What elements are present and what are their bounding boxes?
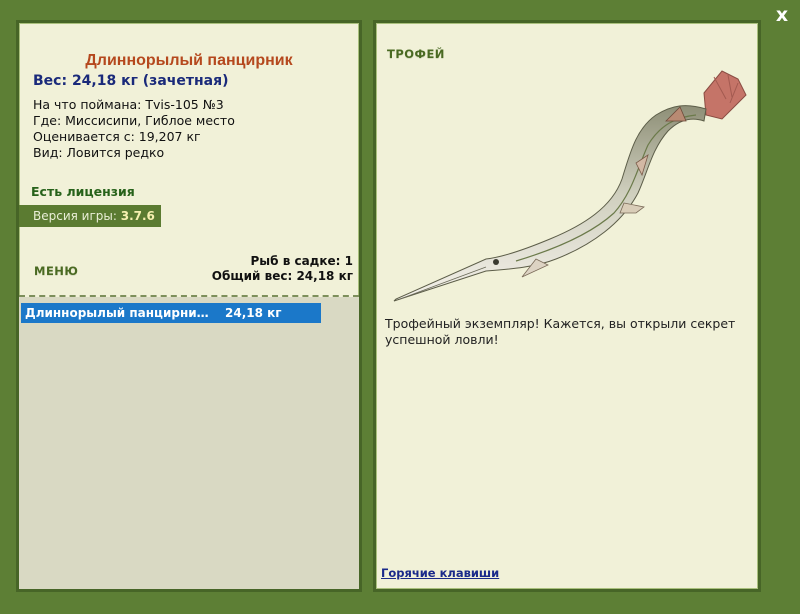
menu-button[interactable]: МЕНЮ <box>34 264 78 278</box>
version-bar: Версия игры: 3.7.6 <box>19 205 161 227</box>
longnose-gar-fish-icon <box>393 70 747 302</box>
fish-info-panel: Длиннорылый панцирник Вес: 24,18 кг (зач… <box>16 20 362 592</box>
cage-total-weight: Общий вес: 24,18 кг <box>211 269 353 283</box>
hotkeys-link[interactable]: Горячие клавиши <box>381 566 499 580</box>
catch-item-weight: 24,18 кг <box>225 306 282 320</box>
fish-name-title: Длиннорылый панцирник <box>85 52 293 69</box>
caught-with-line: На что поймана: Tvis-105 №3 <box>33 97 224 112</box>
rated-from-line: Оценивается с: 19,207 кг <box>33 129 201 144</box>
close-icon[interactable]: x <box>771 4 793 26</box>
catch-list-item[interactable]: Длиннорылый панцирни… 24,18 кг <box>21 303 321 323</box>
trophy-panel: ТРОФЕЙ Трофейный экземпляр! Кажется, вы … <box>373 20 761 592</box>
trophy-message: Трофейный экземпляр! Кажется, вы открыли… <box>385 316 736 347</box>
location-line: Где: Миссисипи, Гиблое место <box>33 113 235 128</box>
version-value: 3.7.6 <box>120 209 155 223</box>
cage-count: Рыб в садке: 1 <box>250 254 354 268</box>
version-label: Версия игры: <box>33 209 117 223</box>
catch-item-name: Длиннорылый панцирни… <box>25 306 209 320</box>
cage-stats: Рыб в садке: 1 Общий вес: 24,18 кг <box>212 254 353 284</box>
trophy-label: ТРОФЕЙ <box>387 47 445 61</box>
catch-list: Длиннорылый панцирни… 24,18 кг <box>19 297 359 589</box>
license-status: Есть лицензия <box>31 184 135 199</box>
rarity-line: Вид: Ловится редко <box>33 145 165 160</box>
fish-weight: Вес: 24,18 кг (зачетная) <box>33 73 229 89</box>
